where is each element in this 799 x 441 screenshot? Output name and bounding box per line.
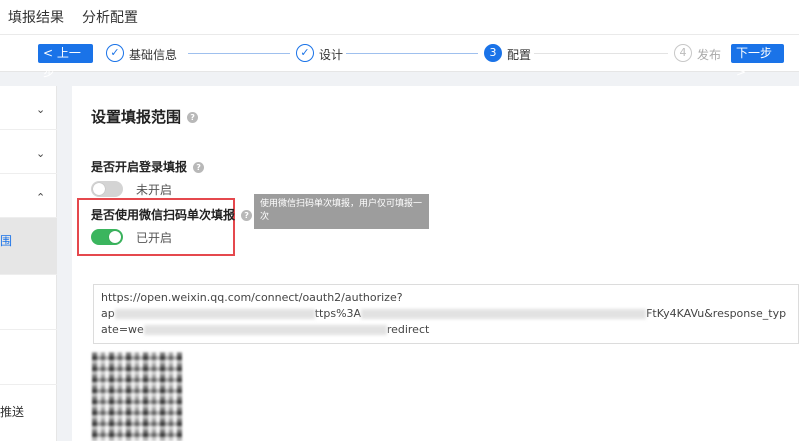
step-label: 配置 [507,48,532,62]
sidebar-group[interactable]: ⌄ [0,130,57,174]
step-number: 4 [674,44,692,62]
chevron-right-icon: > [736,65,747,79]
section-title-text: 设置填报范围 [91,108,182,126]
sidebar-item[interactable] [0,275,57,330]
chevron-up-icon[interactable]: ⌃ [36,191,45,204]
check-icon: ✓ [106,44,124,62]
config-panel: 设置填报范围? 是否开启登录填报? 未开启 是否使用微信扫码单次填报? 已开启 … [72,86,799,441]
login-fill-status: 未开启 [136,183,173,197]
wechat-fill-toggle[interactable] [91,229,123,245]
tab-fill-results[interactable]: 填报结果 [8,7,64,27]
step-number: 3 [484,44,502,62]
sidebar-item[interactable] [0,330,57,385]
wechat-fill-field: 是否使用微信扫码单次填报? [91,206,253,223]
login-fill-toggle[interactable] [91,181,123,197]
help-icon[interactable]: ? [187,112,199,123]
section-title: 设置填报范围? [91,106,199,127]
help-icon[interactable]: ? [241,210,253,221]
redacted-text [114,309,315,319]
step-connector [188,53,290,54]
step-label: 发布 [697,48,722,62]
toggle-knob [93,183,105,195]
redacted-text [361,309,647,319]
redacted-text [143,325,387,335]
sidebar-item-active[interactable]: 围 [0,218,57,275]
step-connector [534,53,668,54]
url-fragment: redirect [386,323,430,336]
prev-step-button[interactable]: < 上一步 [38,44,93,79]
sidebar-group[interactable]: ⌄ [0,86,57,130]
step-label: 设计 [319,48,344,62]
help-tooltip: 使用微信扫码单次填报，用户仅可填报一次 [254,194,429,229]
url-line: ate=we redirect [101,322,791,338]
url-fragment: ate=we [101,323,144,336]
sidebar-group[interactable]: ⌃ [0,174,57,218]
wechat-fill-status: 已开启 [136,231,173,245]
top-tab-bar: 填报结果 分析配置 [0,0,799,34]
wechat-auth-url-box[interactable]: https://open.weixin.qq.com/connect/oauth… [93,284,799,344]
url-fragment: FtKy4KAVu&response_typ [646,307,787,320]
step-label: 基础信息 [129,48,178,62]
chevron-down-icon[interactable]: ⌄ [36,147,45,160]
chevron-left-icon: < [43,46,54,60]
wechat-fill-label: 是否使用微信扫码单次填报 [91,208,236,222]
next-step-label: 下一步 [736,46,773,60]
login-fill-label: 是否开启登录填报 [91,160,188,174]
help-icon[interactable]: ? [193,162,205,173]
sidebar-item-label: 围 [0,234,13,248]
next-step-button[interactable]: 下一步 > [731,44,784,79]
sidebar-item-push[interactable]: 推送 [0,403,24,420]
chevron-down-icon[interactable]: ⌄ [36,103,45,116]
url-fragment: ttps%3A [314,307,362,320]
toggle-knob [109,231,121,243]
url-line: ap ttps%3A FtKy4KAVu&response_typ [101,306,791,322]
url-line: https://open.weixin.qq.com/connect/oauth… [101,291,403,304]
qr-code [92,352,182,441]
tab-analysis-config[interactable]: 分析配置 [82,7,138,27]
step-connector [346,53,478,54]
url-fragment: ap [101,307,115,320]
check-icon: ✓ [296,44,314,62]
login-fill-field: 是否开启登录填报? [91,158,205,175]
sidebar: ⌄ ⌄ ⌃ 围 推送 [0,86,57,441]
step-bar: < 上一步 ✓ 基础信息 ✓ 设计 3 配置 4 发布 下一步 > [0,34,799,79]
